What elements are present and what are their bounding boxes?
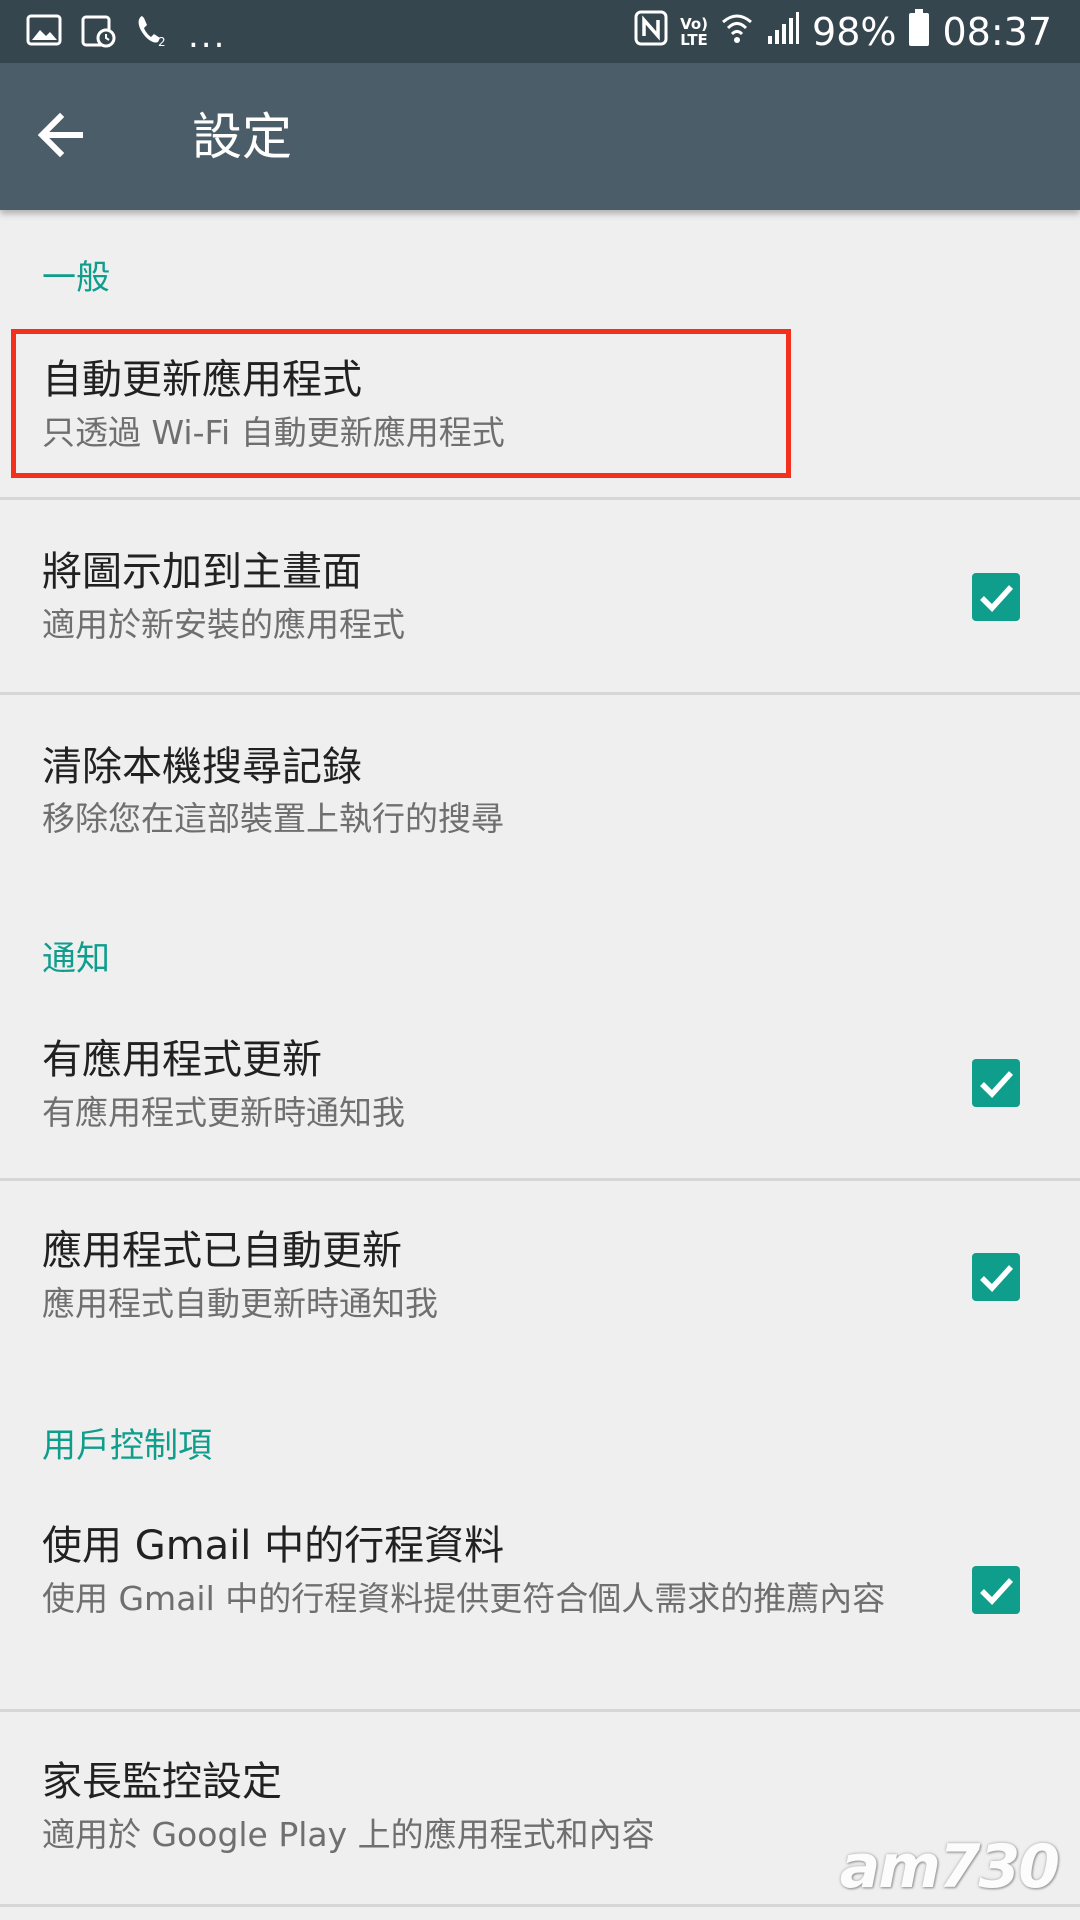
missed-call-icon: 2 [134, 12, 170, 52]
setting-title: 清除本機搜尋記錄 [42, 744, 362, 790]
volte-icon: Vo) LTE [680, 15, 709, 49]
nfc-icon [634, 10, 668, 55]
wifi-icon [720, 10, 754, 55]
setting-subtitle: 應用程式自動更新時通知我 [42, 1284, 438, 1323]
status-bar: 2 ... Vo) LTE 98% 08:37 [0, 0, 1080, 63]
setting-subtitle: 適用於新安裝的應用程式 [42, 605, 405, 644]
setting-title: 將圖示加到主畫面 [42, 549, 362, 595]
section-header-general: 一般 [42, 258, 110, 298]
checkbox-auto-updated[interactable] [972, 1253, 1020, 1301]
more-notifications-indicator: ... [188, 16, 227, 56]
image-notification-icon [26, 12, 62, 52]
setting-title: 應用程式已自動更新 [42, 1228, 402, 1274]
setting-clear-search-history[interactable]: 清除本機搜尋記錄 移除您在這部裝置上執行的搜尋 [0, 695, 1080, 895]
setting-title: 有應用程式更新 [42, 1037, 322, 1083]
app-bar: 設定 [0, 63, 1080, 210]
setting-gmail-trips[interactable]: 使用 Gmail 中的行程資料 使用 Gmail 中的行程資料提供更符合個人需求… [0, 1490, 1080, 1710]
arrow-back-icon [37, 112, 83, 158]
watermark-logo: am730 [839, 1832, 1060, 1902]
check-icon [980, 1071, 1014, 1098]
check-icon [980, 1265, 1014, 1292]
setting-apps-auto-updated[interactable]: 應用程式已自動更新 應用程式自動更新時通知我 [0, 1181, 1080, 1381]
signal-icon [766, 10, 800, 55]
battery-icon [908, 8, 930, 56]
clock: 08:37 [942, 10, 1052, 54]
checkbox-app-updates[interactable] [972, 1059, 1020, 1107]
page-title: 設定 [192, 108, 292, 166]
svg-text:2: 2 [158, 35, 166, 48]
divider [0, 1904, 1080, 1907]
setting-add-icon-home[interactable]: 將圖示加到主畫面 適用於新安裝的應用程式 [0, 500, 1080, 692]
setting-subtitle: 移除您在這部裝置上執行的搜尋 [42, 799, 504, 838]
highlight-box [11, 329, 791, 478]
setting-subtitle: 適用於 Google Play 上的應用程式和內容 [42, 1815, 655, 1854]
check-icon [980, 1578, 1014, 1605]
setting-app-updates-available[interactable]: 有應用程式更新 有應用程式更新時通知我 [0, 1000, 1080, 1180]
back-button[interactable] [30, 103, 94, 167]
setting-title: 家長監控設定 [42, 1759, 282, 1805]
section-header-notifications: 通知 [42, 939, 110, 979]
setting-subtitle: 使用 Gmail 中的行程資料提供更符合個人需求的推薦內容 [42, 1579, 886, 1618]
checkbox-add-icon[interactable] [972, 573, 1020, 621]
checkbox-gmail-trips[interactable] [972, 1566, 1020, 1614]
section-header-user-controls: 用戶控制項 [42, 1426, 212, 1466]
calendar-notification-icon [80, 12, 116, 52]
battery-percent: 98% [812, 10, 897, 54]
setting-title: 使用 Gmail 中的行程資料 [42, 1523, 505, 1569]
check-icon [980, 585, 1014, 612]
setting-subtitle: 有應用程式更新時通知我 [42, 1093, 405, 1132]
